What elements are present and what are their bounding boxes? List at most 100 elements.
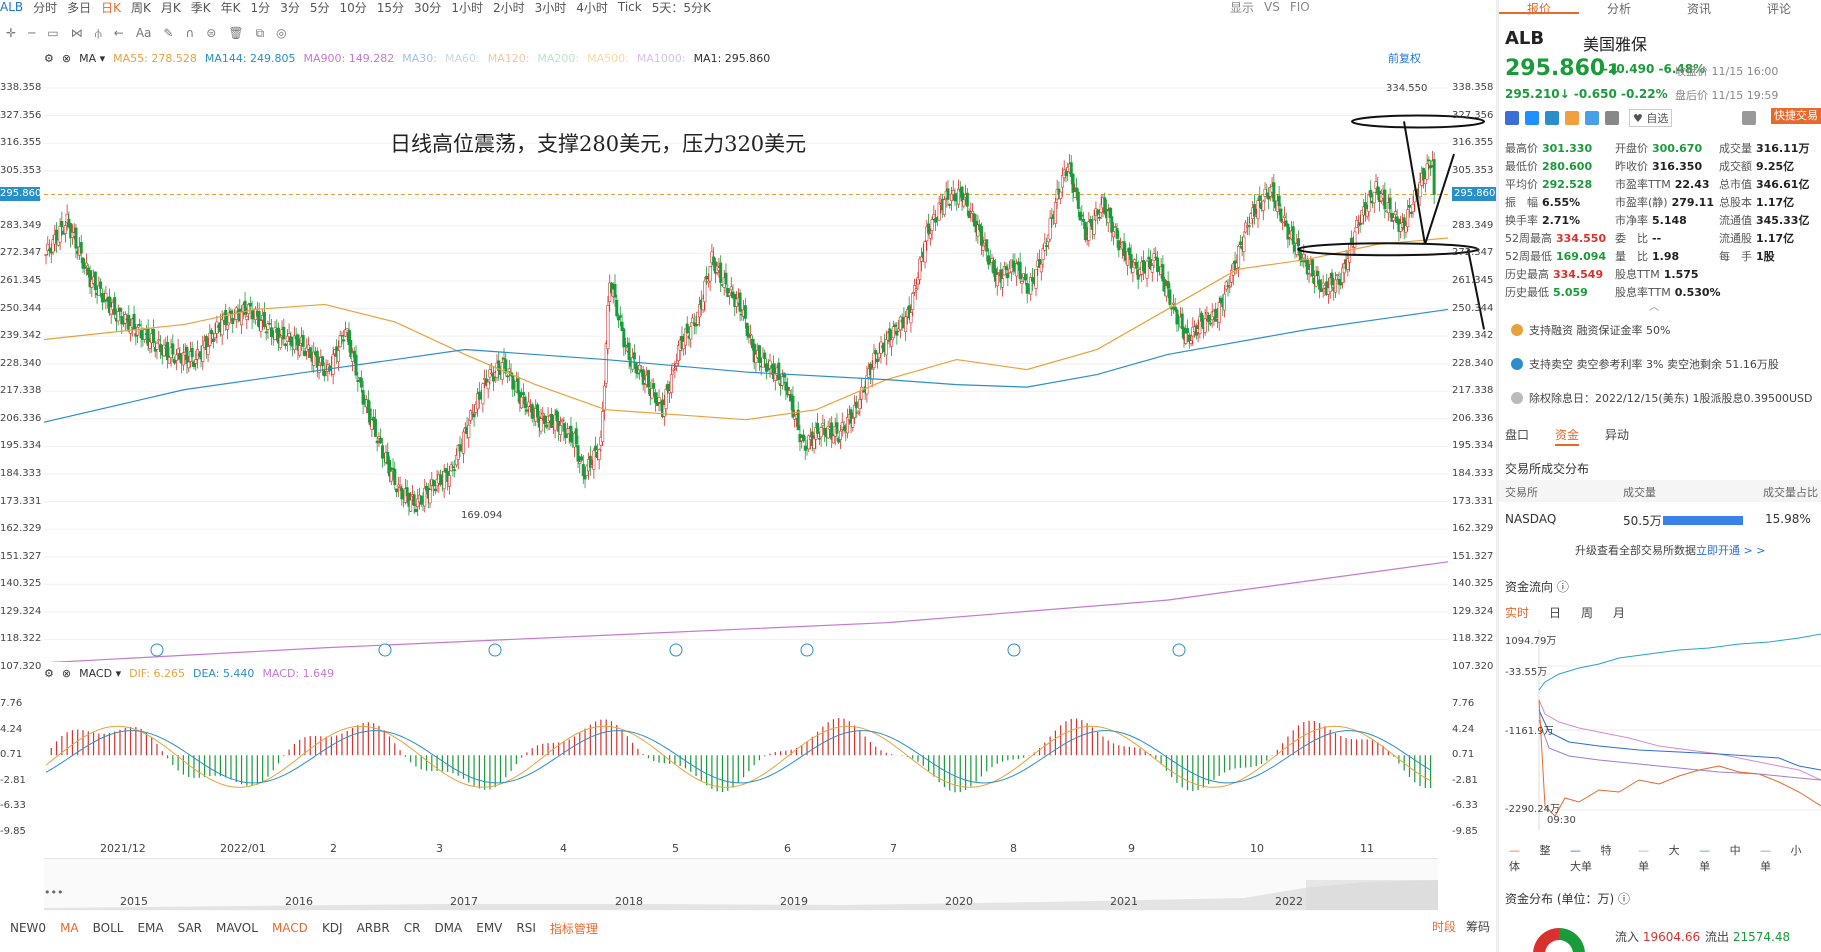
indicator-cr[interactable]: CR	[404, 921, 421, 935]
period-15[interactable]: 3小时	[535, 0, 567, 16]
period-0[interactable]: 分时	[33, 0, 57, 16]
candle-body	[442, 471, 446, 490]
period-11[interactable]: 15分	[377, 0, 404, 16]
chat-icon[interactable]	[1565, 111, 1579, 125]
crosshair-icon[interactable]: ✛	[6, 26, 16, 40]
panel-tab-2[interactable]: 资讯	[1659, 0, 1739, 16]
indicator-right-0[interactable]: 时段	[1432, 918, 1456, 935]
notice-1[interactable]: 支持卖空 卖空参考利率 3% 卖空池剩余 51.16万股	[1505, 351, 1821, 377]
price-tick-left-3: 305.353	[0, 164, 42, 176]
period-9[interactable]: 5分	[310, 0, 330, 16]
flow-tab-1[interactable]: 日	[1549, 604, 1561, 621]
price-tick-left-8: 250.344	[0, 302, 42, 314]
toolbar-right-item-0[interactable]: 显示	[1230, 0, 1254, 16]
candle-body	[472, 413, 476, 418]
indicator-macd[interactable]: MACD	[272, 921, 308, 935]
indicator-rsi[interactable]: RSI	[516, 921, 536, 935]
indicator-ma[interactable]: MA	[60, 921, 79, 935]
flow-tab-3[interactable]: 月	[1613, 604, 1625, 621]
period-4[interactable]: 月K	[161, 0, 181, 16]
notice-2[interactable]: 除权除息日：2022/12/15(美东) 1股派股息0.39500USD	[1505, 385, 1821, 411]
grid-icon[interactable]	[1505, 111, 1519, 125]
indicator-right-1[interactable]: 筹码	[1466, 918, 1490, 935]
copy-icon[interactable]: ⧉	[256, 26, 265, 41]
magnet-icon[interactable]: ∩	[185, 26, 194, 40]
flow-tab-2[interactable]: 周	[1581, 604, 1593, 621]
candle-body	[268, 323, 272, 325]
indicator-emv[interactable]: EMV	[476, 921, 502, 935]
indicator-new0[interactable]: NEW0	[10, 921, 46, 935]
indicator-ema[interactable]: EMA	[137, 921, 163, 935]
pencil-icon[interactable]: ✎	[163, 26, 173, 40]
indicator-dma[interactable]: DMA	[434, 921, 462, 935]
trash-icon[interactable]: 🗑	[228, 26, 243, 40]
text-tool-icon[interactable]: Aa	[136, 26, 152, 40]
panel-tab-1[interactable]: 分析	[1579, 0, 1659, 16]
indicator-sar[interactable]: SAR	[178, 921, 202, 935]
eye-icon[interactable]: ◎	[276, 26, 286, 40]
detail-tab-0[interactable]: 盘口	[1505, 426, 1529, 446]
indicator-arbr[interactable]: ARBR	[357, 921, 390, 935]
pitchfork-icon[interactable]: ⫛	[95, 26, 102, 41]
period-2[interactable]: 日K	[101, 0, 121, 16]
candle-body	[243, 300, 247, 315]
add-favorite-button[interactable]: ♥ 自选	[1629, 109, 1673, 127]
symbol-label[interactable]: ALB	[0, 0, 23, 14]
note-icon[interactable]	[1605, 111, 1619, 125]
arrow-tool-icon[interactable]: ←	[114, 26, 124, 40]
settings-icon[interactable]: ⚙	[44, 667, 54, 680]
period-17[interactable]: Tick	[618, 0, 642, 14]
candle-body	[1256, 200, 1260, 219]
detail-tab-2[interactable]: 异动	[1605, 426, 1629, 446]
candle-body	[685, 323, 689, 334]
stat-0-1: 开盘价 300.670	[1615, 142, 1703, 155]
toolbar-right-item-2[interactable]: FIO	[1290, 0, 1310, 14]
line-tool-icon[interactable]: ─	[28, 26, 35, 40]
period-1[interactable]: 多日	[67, 0, 91, 16]
period-6[interactable]: 年K	[221, 0, 241, 16]
indicator-manage-button[interactable]: 指标管理	[550, 920, 598, 937]
lock-icon[interactable]: ⊜	[206, 26, 216, 40]
candle-body	[1134, 261, 1138, 269]
upgrade-link[interactable]: 立即开通 > >	[1696, 544, 1765, 557]
bell-icon[interactable]	[1742, 111, 1757, 125]
panel-tab-0[interactable]: 报价	[1499, 0, 1579, 16]
period-7[interactable]: 1分	[251, 0, 271, 16]
fib-tool-icon[interactable]: ⋈	[71, 26, 83, 40]
notice-0[interactable]: 支持融资 融资保证金率 50%	[1505, 317, 1821, 343]
candle-body	[520, 396, 524, 409]
period-18[interactable]: 5天：5分K	[652, 0, 711, 16]
flow-tab-0[interactable]: 实时	[1505, 604, 1529, 621]
candle-body	[176, 348, 180, 354]
period-16[interactable]: 4小时	[576, 0, 608, 16]
collapse-icon[interactable]: ︿	[1649, 298, 1659, 313]
period-8[interactable]: 3分	[280, 0, 300, 16]
s-icon[interactable]	[1545, 111, 1559, 125]
candle-body	[213, 332, 217, 339]
period-5[interactable]: 季K	[191, 0, 211, 16]
period-3[interactable]: 周K	[131, 0, 151, 16]
panel-tab-3[interactable]: 评论	[1739, 0, 1819, 16]
candle-body	[791, 395, 795, 418]
indicator-boll[interactable]: BOLL	[93, 921, 124, 935]
navigator-handle-icon[interactable]: •••	[44, 886, 63, 899]
detail-tab-1[interactable]: 资金	[1555, 426, 1580, 446]
candle-body	[890, 339, 894, 347]
share-icon[interactable]	[1585, 111, 1599, 125]
flash-icon[interactable]	[1525, 111, 1539, 125]
toolbar-right-item-1[interactable]: VS	[1264, 0, 1280, 14]
candle-body	[432, 480, 436, 487]
candle-body	[627, 342, 631, 360]
period-14[interactable]: 2小时	[493, 0, 525, 16]
rect-tool-icon[interactable]: ▭	[47, 26, 58, 40]
quick-trade-button[interactable]: 快捷交易	[1771, 108, 1821, 124]
candle-body	[1425, 163, 1429, 180]
close-icon[interactable]: ⊗	[62, 667, 71, 680]
candle-body	[1018, 262, 1022, 280]
indicator-kdj[interactable]: KDJ	[322, 921, 343, 935]
indicator-mavol[interactable]: MAVOL	[216, 921, 258, 935]
period-12[interactable]: 30分	[414, 0, 441, 16]
period-10[interactable]: 10分	[339, 0, 366, 16]
nav-year-4: 2019	[780, 895, 808, 908]
period-13[interactable]: 1小时	[451, 0, 483, 16]
